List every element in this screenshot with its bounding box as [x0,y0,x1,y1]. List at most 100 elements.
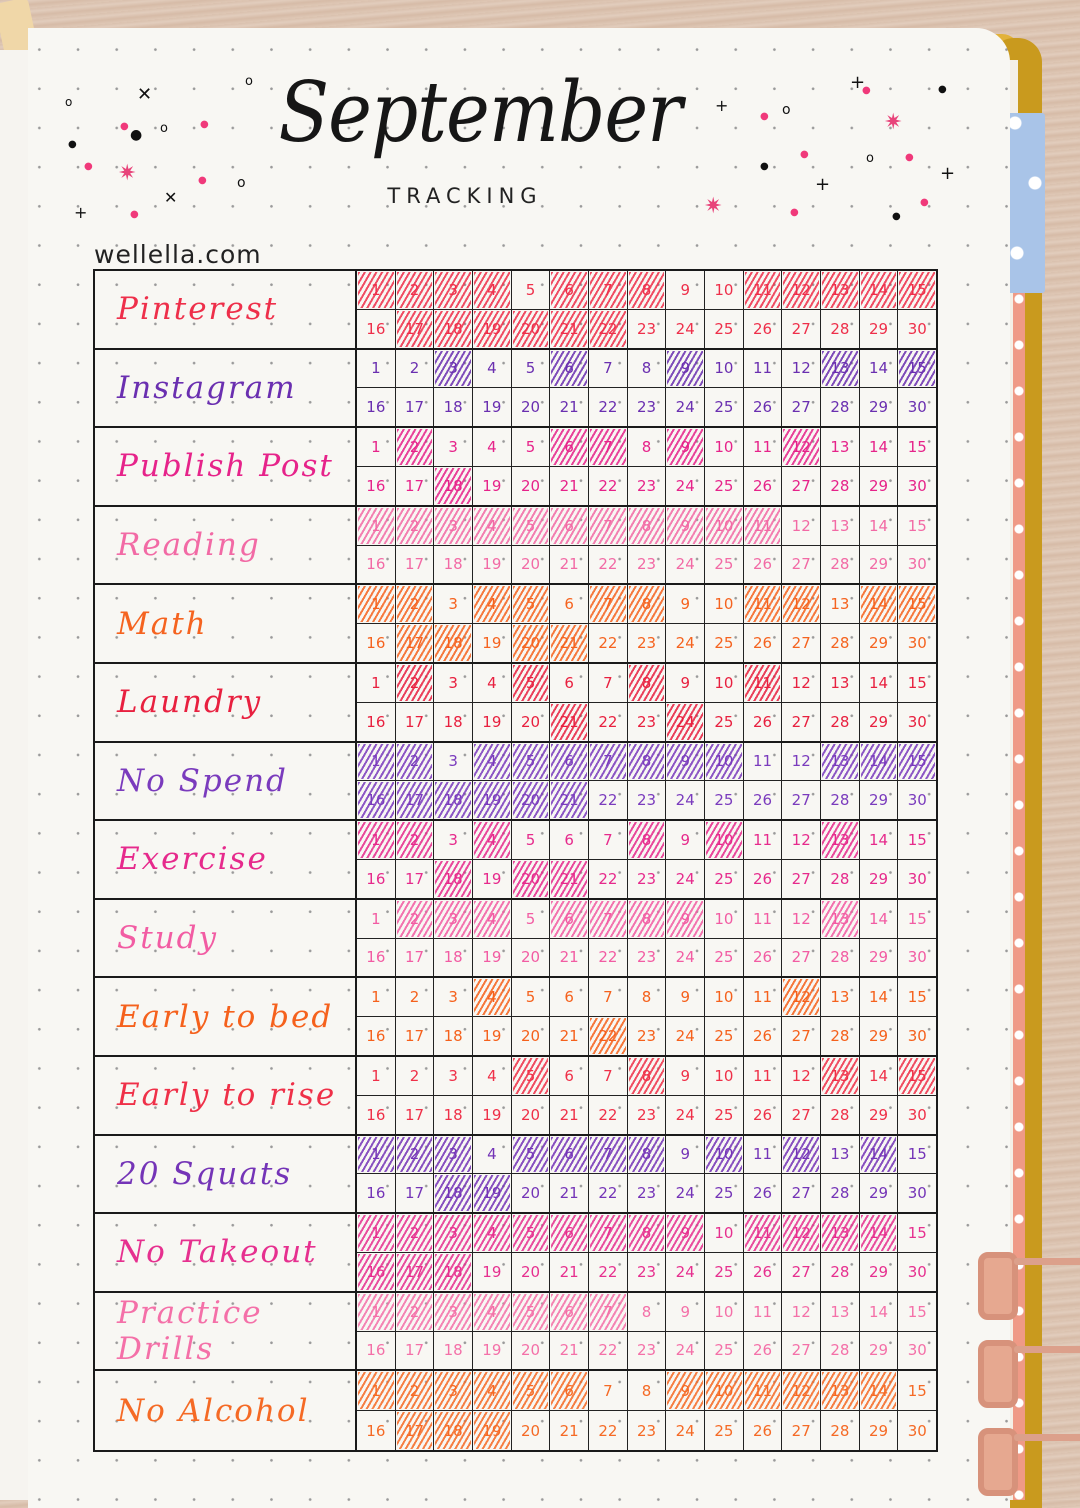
day-cell-completed[interactable]: 18 [434,309,474,348]
day-cell-completed[interactable]: 6 [550,1214,590,1252]
day-cell[interactable]: 4 [473,428,512,466]
day-cell-completed[interactable]: 15 [898,1057,936,1095]
day-cell-completed[interactable]: 7 [589,742,628,781]
day-cell-completed[interactable]: 5 [512,1371,551,1411]
day-cell-completed[interactable]: 12 [782,1371,822,1411]
day-cell-completed[interactable]: 9 [666,1214,706,1252]
day-cell[interactable]: 8 [628,1371,667,1411]
day-cell[interactable]: 23 [628,309,667,348]
day-cell[interactable]: 7 [589,821,628,859]
day-cell[interactable]: 20 [512,545,551,584]
day-cell[interactable]: 27 [782,781,822,820]
day-cell[interactable]: 25 [705,859,744,898]
day-cell[interactable]: 27 [782,1174,822,1213]
day-cell[interactable]: 22 [589,1411,628,1450]
day-cell-completed[interactable]: 8 [628,1135,667,1174]
day-cell[interactable]: 27 [782,309,822,348]
day-cell[interactable]: 16 [357,624,396,662]
day-cell[interactable]: 19 [473,388,512,427]
day-cell[interactable]: 21 [550,1331,590,1370]
day-cell[interactable]: 26 [744,388,783,427]
day-cell-completed[interactable]: 3 [434,271,474,309]
day-cell[interactable]: 16 [357,1331,396,1370]
day-cell[interactable]: 24 [666,859,706,898]
day-cell-completed[interactable]: 1 [357,271,396,309]
day-cell[interactable]: 26 [744,702,783,741]
day-cell[interactable]: 23 [628,388,667,427]
day-cell-completed[interactable]: 3 [434,1371,474,1411]
day-cell[interactable]: 22 [589,938,628,977]
day-cell[interactable]: 28 [821,388,860,427]
day-cell[interactable]: 10 [705,428,744,466]
day-cell-completed[interactable]: 12 [782,1135,822,1174]
day-cell-completed[interactable]: 4 [473,585,512,624]
day-cell[interactable]: 28 [821,938,860,977]
day-cell[interactable]: 20 [512,702,551,741]
day-cell-completed[interactable]: 10 [705,1135,744,1174]
day-cell[interactable]: 28 [821,781,860,820]
day-cell-completed[interactable]: 9 [666,742,706,781]
day-cell[interactable]: 26 [744,1411,783,1450]
day-cell[interactable]: 27 [782,859,822,898]
day-cell[interactable]: 13 [821,506,860,545]
day-cell-completed[interactable]: 10 [705,506,744,545]
day-cell[interactable]: 14 [860,899,899,938]
day-cell[interactable]: 14 [860,1292,899,1331]
day-cell[interactable]: 29 [860,938,899,977]
day-cell[interactable]: 23 [628,1017,667,1055]
day-cell-completed[interactable]: 14 [860,742,899,781]
day-cell[interactable]: 3 [434,821,474,859]
day-cell[interactable]: 30 [898,860,936,898]
day-cell[interactable]: 24 [666,1017,706,1055]
day-cell[interactable]: 24 [666,624,706,662]
day-cell-completed[interactable]: 1 [357,1292,396,1331]
day-cell[interactable]: 28 [821,702,860,741]
day-cell[interactable]: 21 [550,1174,590,1213]
day-cell[interactable]: 28 [821,1252,860,1291]
day-cell[interactable]: 22 [589,1174,628,1213]
day-cell[interactable]: 26 [744,545,783,584]
day-cell[interactable]: 16 [357,466,396,505]
day-cell[interactable]: 5 [512,349,551,388]
day-cell[interactable]: 29 [860,466,899,505]
day-cell[interactable]: 15 [898,821,936,859]
day-cell[interactable]: 22 [589,859,628,898]
day-cell[interactable]: 30 [898,703,936,741]
day-cell[interactable]: 5 [512,821,551,859]
day-cell-completed[interactable]: 12 [782,978,822,1017]
day-cell[interactable]: 24 [666,388,706,427]
day-cell[interactable]: 24 [666,466,706,505]
day-cell[interactable]: 10 [705,271,744,309]
day-cell-completed[interactable]: 9 [666,1371,706,1411]
day-cell[interactable]: 5 [512,271,551,309]
day-cell[interactable]: 1 [357,349,396,388]
day-cell-completed[interactable]: 11 [744,506,783,545]
day-cell-completed[interactable]: 20 [512,624,551,662]
day-cell[interactable]: 6 [550,663,590,702]
day-cell-completed[interactable]: 18 [434,466,474,505]
day-cell-completed[interactable]: 2 [396,899,435,938]
day-cell[interactable]: 10 [705,899,744,938]
day-cell[interactable]: 9 [666,663,706,702]
day-cell[interactable]: 11 [744,1292,783,1331]
day-cell[interactable]: 30 [898,467,936,505]
day-cell[interactable]: 30 [898,1096,936,1134]
day-cell-completed[interactable]: 11 [744,1371,783,1411]
day-cell-completed[interactable]: 20 [512,309,551,348]
day-cell[interactable]: 20 [512,466,551,505]
day-cell[interactable]: 17 [396,938,435,977]
day-cell-completed[interactable]: 2 [396,1135,435,1174]
day-cell-completed[interactable]: 2 [396,821,435,859]
day-cell[interactable]: 17 [396,466,435,505]
day-cell-completed[interactable]: 8 [628,1214,667,1252]
day-cell[interactable]: 13 [821,428,860,466]
day-cell[interactable]: 22 [589,781,628,820]
day-cell[interactable]: 8 [628,428,667,466]
day-cell-completed[interactable]: 17 [396,1411,435,1450]
day-cell-completed[interactable]: 21 [550,309,590,348]
day-cell[interactable]: 15 [898,428,936,466]
day-cell-completed[interactable]: 6 [550,899,590,938]
day-cell[interactable]: 10 [705,585,744,624]
day-cell[interactable]: 21 [550,388,590,427]
day-cell-completed[interactable]: 12 [782,271,822,309]
